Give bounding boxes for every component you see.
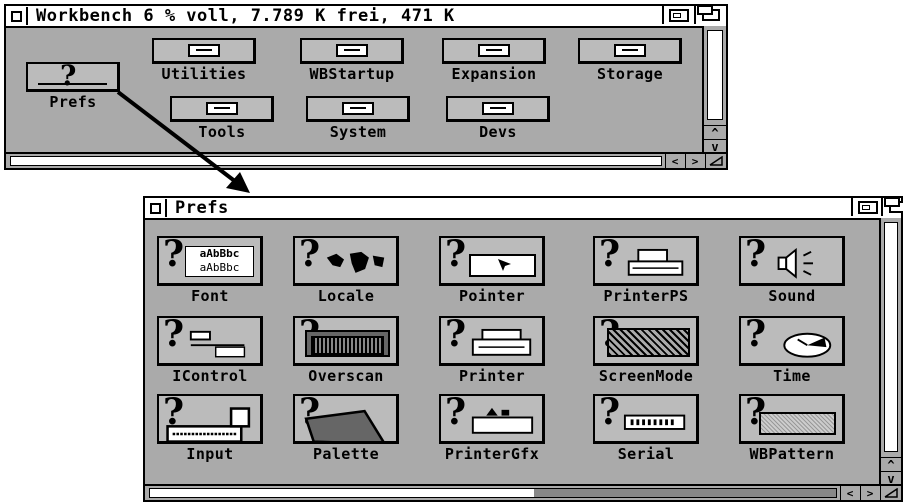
resize-gadget-icon[interactable] (880, 486, 901, 500)
prefs-icon-label: Printer (458, 367, 525, 385)
prefs-vertical-scroll-track[interactable] (884, 222, 898, 452)
font-sample-2: aAbBbc (199, 261, 240, 274)
prefs-icon-label: ScreenMode (598, 367, 694, 385)
prefs-icon-label: Locale (317, 287, 375, 305)
speaker-icon: ? (739, 236, 845, 286)
monitor-icon: ? (293, 316, 399, 366)
prefs-icon-label: Serial (617, 445, 675, 463)
prefs-icon-locale[interactable]: ? Locale (293, 236, 399, 305)
font-icon: ? aAbBbc aAbBbc (157, 236, 263, 286)
printer-icon: ? (439, 316, 545, 366)
prefs-icon-label: Font (191, 287, 229, 305)
scroll-up-icon[interactable]: ^ (881, 457, 901, 472)
prefs-horizontal-scrollbar[interactable]: < > (145, 484, 901, 500)
prefs-horizontal-scroll-track[interactable] (149, 488, 837, 498)
prefs-title: Prefs (175, 198, 229, 218)
clock-icon: ? (739, 316, 845, 366)
prefs-icon-printer[interactable]: ? Printer (439, 316, 545, 385)
pattern-icon: ? (739, 394, 845, 444)
pointer-icon: ? (439, 236, 545, 286)
prefs-icon-input[interactable]: ? Input (157, 394, 263, 463)
prefs-icon-palette[interactable]: ? Palette (293, 394, 399, 463)
printer-ps-icon: ? (593, 236, 699, 286)
prefs-icon-label: Input (186, 445, 234, 463)
close-gadget-icon[interactable] (145, 199, 167, 217)
depth-gadget-icon[interactable] (881, 197, 903, 216)
prefs-icon-printergfx[interactable]: ? PrinterGfx (439, 394, 545, 463)
prefs-icon-pointer[interactable]: ? Pointer (439, 236, 545, 305)
keyboard-mouse-icon: ? (157, 394, 263, 444)
serial-port-icon: ? (593, 394, 699, 444)
prefs-icon-label: Palette (312, 445, 379, 463)
prefs-icon-label: Time (773, 367, 811, 385)
prefs-title-bar[interactable]: Prefs (145, 197, 903, 220)
prefs-icon-font[interactable]: ? aAbBbc aAbBbc Font (157, 236, 263, 305)
prefs-icon-sound[interactable]: ? Sound (739, 236, 845, 305)
prefs-icon-serial[interactable]: ? Serial (593, 394, 699, 463)
scroll-left-icon[interactable]: < (840, 486, 859, 500)
prefs-content: ? aAbBbc aAbBbc Font ? Locale ? Pointer (149, 220, 879, 486)
prefs-icon-label: Sound (768, 287, 816, 305)
prefs-window: Prefs ? aAbBbc aAbBbc Font ? Locale ? Po… (143, 196, 903, 502)
font-sample-1: aAbBbc (199, 247, 240, 260)
prefs-vertical-scrollbar[interactable]: ^ v (879, 218, 901, 486)
scroll-right-icon[interactable]: > (860, 486, 879, 500)
printer-gfx-icon: ? (439, 394, 545, 444)
palette-icon: ? (293, 394, 399, 444)
prefs-icon-label: Pointer (458, 287, 525, 305)
zoom-gadget-icon[interactable] (851, 198, 883, 216)
prefs-icon-label: IControl (172, 367, 248, 385)
prefs-icon-icontrol[interactable]: ? IControl (157, 316, 263, 385)
prefs-icon-screenmode[interactable]: ? ScreenMode (593, 316, 699, 385)
icontrol-icon: ? (157, 316, 263, 366)
prefs-icon-label: Overscan (308, 367, 384, 385)
prefs-icon-overscan[interactable]: ? Overscan (293, 316, 399, 385)
prefs-icon-wbpattern[interactable]: ? WBPattern (739, 394, 845, 463)
world-map-icon: ? (293, 236, 399, 286)
prefs-icon-time[interactable]: ? Time (739, 316, 845, 385)
prefs-icon-printerps[interactable]: ? PrinterPS (593, 236, 699, 305)
screenmode-icon: ? (593, 316, 699, 366)
prefs-icon-label: PrinterGfx (444, 445, 540, 463)
prefs-icon-label: WBPattern (749, 445, 835, 463)
prefs-icon-label: PrinterPS (603, 287, 689, 305)
